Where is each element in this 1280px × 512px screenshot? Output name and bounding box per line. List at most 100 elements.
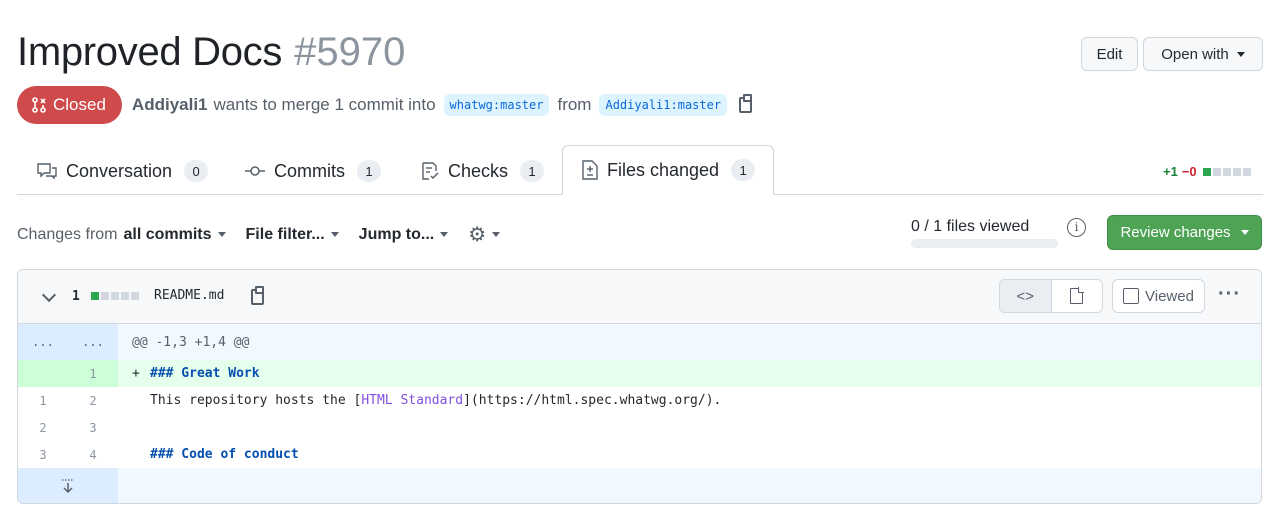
changes-from-dropdown[interactable]: Changes from all commits — [17, 226, 226, 244]
pr-state-row: Closed Addiyali1 wants to merge 1 commit… — [17, 86, 753, 124]
tab-commits[interactable]: Commits 1 — [244, 147, 381, 195]
file-header: 1 README.md <> Viewed ··· — [18, 270, 1261, 324]
line-code: + ### Great Work — [118, 366, 260, 381]
rich-view-button[interactable] — [1052, 280, 1103, 312]
open-with-button[interactable]: Open with — [1143, 37, 1263, 71]
caret-down-icon — [217, 232, 226, 237]
merge-description: Addiyali1 wants to merge 1 commit into w… — [132, 94, 753, 116]
diff-line: 2 3 — [18, 414, 1261, 441]
files-viewed-text: 0 / 1 files viewed — [911, 218, 1030, 235]
author-link[interactable]: Addiyali1 — [132, 95, 208, 115]
new-line-number[interactable]: 4 — [68, 448, 118, 462]
diff-line: 1 2 This repository hosts the [HTML Stan… — [18, 387, 1261, 414]
pr-number: #5970 — [294, 30, 406, 74]
diffstat-block — [1222, 167, 1231, 176]
expand-row — [18, 468, 1261, 503]
pr-title: Improved Docs — [17, 30, 283, 74]
file-filter-dropdown[interactable]: File filter... — [246, 226, 339, 244]
diffstat-block — [1242, 167, 1251, 176]
changes-from-prefix: Changes from — [17, 225, 118, 243]
line-code: This repository hosts the [HTML Standard… — [118, 393, 721, 408]
diff-line: 3 4 ### Code of conduct — [18, 441, 1261, 468]
tab-count: 1 — [731, 159, 756, 181]
copy-icon[interactable] — [251, 286, 264, 305]
code-text: ](https://html.spec.whatwg.org/). — [463, 393, 722, 408]
merge-text: wants to merge 1 commit into — [213, 95, 436, 114]
caret-down-icon — [1240, 230, 1249, 235]
diff-sign: + — [132, 366, 140, 381]
old-line-number[interactable]: 1 — [18, 394, 68, 408]
diffstat-block — [131, 292, 139, 300]
tab-count: 1 — [357, 160, 381, 182]
jump-to-dropdown[interactable]: Jump to... — [359, 226, 449, 244]
diffstat: +1 −0 — [1163, 164, 1251, 179]
files-viewed-progress — [911, 239, 1058, 248]
jump-to-label: Jump to... — [358, 225, 435, 243]
review-changes-button[interactable]: Review changes — [1107, 215, 1262, 250]
line-gutter: 1 — [18, 360, 118, 387]
old-line-number[interactable]: 2 — [18, 421, 68, 435]
tab-count: 1 — [520, 160, 545, 182]
file-diffstat-blocks — [91, 292, 139, 300]
commit-icon — [245, 166, 265, 176]
chevron-down-icon[interactable] — [41, 287, 57, 303]
diffstat-block — [111, 292, 119, 300]
gear-icon: ⚙ — [468, 224, 487, 246]
copy-icon[interactable] — [739, 94, 753, 113]
tab-label: Commits — [274, 160, 345, 181]
checkbox-icon — [1123, 288, 1139, 304]
file-diff-icon — [582, 160, 598, 180]
diffstat-block — [1212, 167, 1221, 176]
status-badge-label: Closed — [53, 95, 106, 114]
code-view-icon[interactable]: <> — [1000, 280, 1052, 312]
hunk-old-expander: ... — [32, 335, 54, 349]
diff-toolbar: Changes from all commits File filter... … — [17, 222, 520, 247]
changes-from-value: all commits — [123, 225, 212, 243]
file-change-count: 1 — [72, 289, 80, 304]
tab-conversation[interactable]: Conversation 0 — [36, 147, 209, 195]
tab-checks[interactable]: Checks 1 — [420, 147, 545, 195]
pr-title-row: Improved Docs #5970 — [17, 30, 405, 75]
line-gutter: 1 2 — [18, 387, 118, 414]
edit-button[interactable]: Edit — [1081, 37, 1138, 71]
comment-icon — [37, 163, 57, 180]
open-with-label: Open with — [1161, 45, 1229, 63]
tab-files-changed[interactable]: Files changed 1 — [562, 145, 775, 195]
hunk-new-expander: ... — [82, 335, 104, 349]
diffstat-block — [1202, 167, 1211, 176]
base-branch[interactable]: whatwg:master — [443, 94, 550, 116]
line-gutter: 3 4 — [18, 441, 118, 468]
file-icon — [1070, 287, 1085, 304]
head-branch[interactable]: Addiyali1:master — [599, 94, 728, 116]
tab-label: Files changed — [607, 159, 720, 180]
old-line-number[interactable]: 3 — [18, 448, 68, 462]
hunk-header: @@ -1,3 +1,4 @@ — [132, 334, 250, 350]
new-line-number[interactable]: 2 — [68, 394, 118, 408]
git-pull-request-closed-icon — [32, 97, 46, 113]
hunk-row: ... ... @@ -1,3 +1,4 @@ — [18, 324, 1261, 360]
diffstat-block — [91, 292, 99, 300]
new-line-number[interactable]: 1 — [68, 367, 118, 381]
diffstat-block — [121, 292, 129, 300]
caret-down-icon — [492, 232, 501, 237]
status-badge: Closed — [17, 86, 122, 124]
info-icon[interactable]: i — [1067, 218, 1086, 237]
code-link-text: HTML Standard — [361, 393, 464, 408]
diff-table: ... ... @@ -1,3 +1,4 @@ 1 + ### Great Wor… — [18, 324, 1261, 503]
new-line-number[interactable]: 3 — [68, 421, 118, 435]
diffstat-added: +1 — [1163, 164, 1178, 179]
from-text: from — [557, 95, 592, 114]
file-name[interactable]: README.md — [154, 288, 224, 303]
diff-settings-dropdown[interactable]: ⚙ — [468, 222, 501, 247]
code-heading: ### Great Work — [150, 366, 260, 381]
code-text: This repository hosts the [ — [150, 393, 362, 408]
hunk-gutter[interactable]: ... ... — [18, 324, 118, 360]
viewed-checkbox[interactable]: Viewed — [1112, 279, 1205, 313]
kebab-horizontal-icon[interactable]: ··· — [1218, 283, 1241, 306]
line-gutter: 2 3 — [18, 414, 118, 441]
viewed-label: Viewed — [1145, 287, 1194, 305]
tab-label: Checks — [448, 160, 509, 181]
file-filter-label: File filter... — [245, 225, 325, 243]
caret-down-icon — [1236, 51, 1245, 57]
expand-down-icon[interactable] — [18, 468, 118, 503]
